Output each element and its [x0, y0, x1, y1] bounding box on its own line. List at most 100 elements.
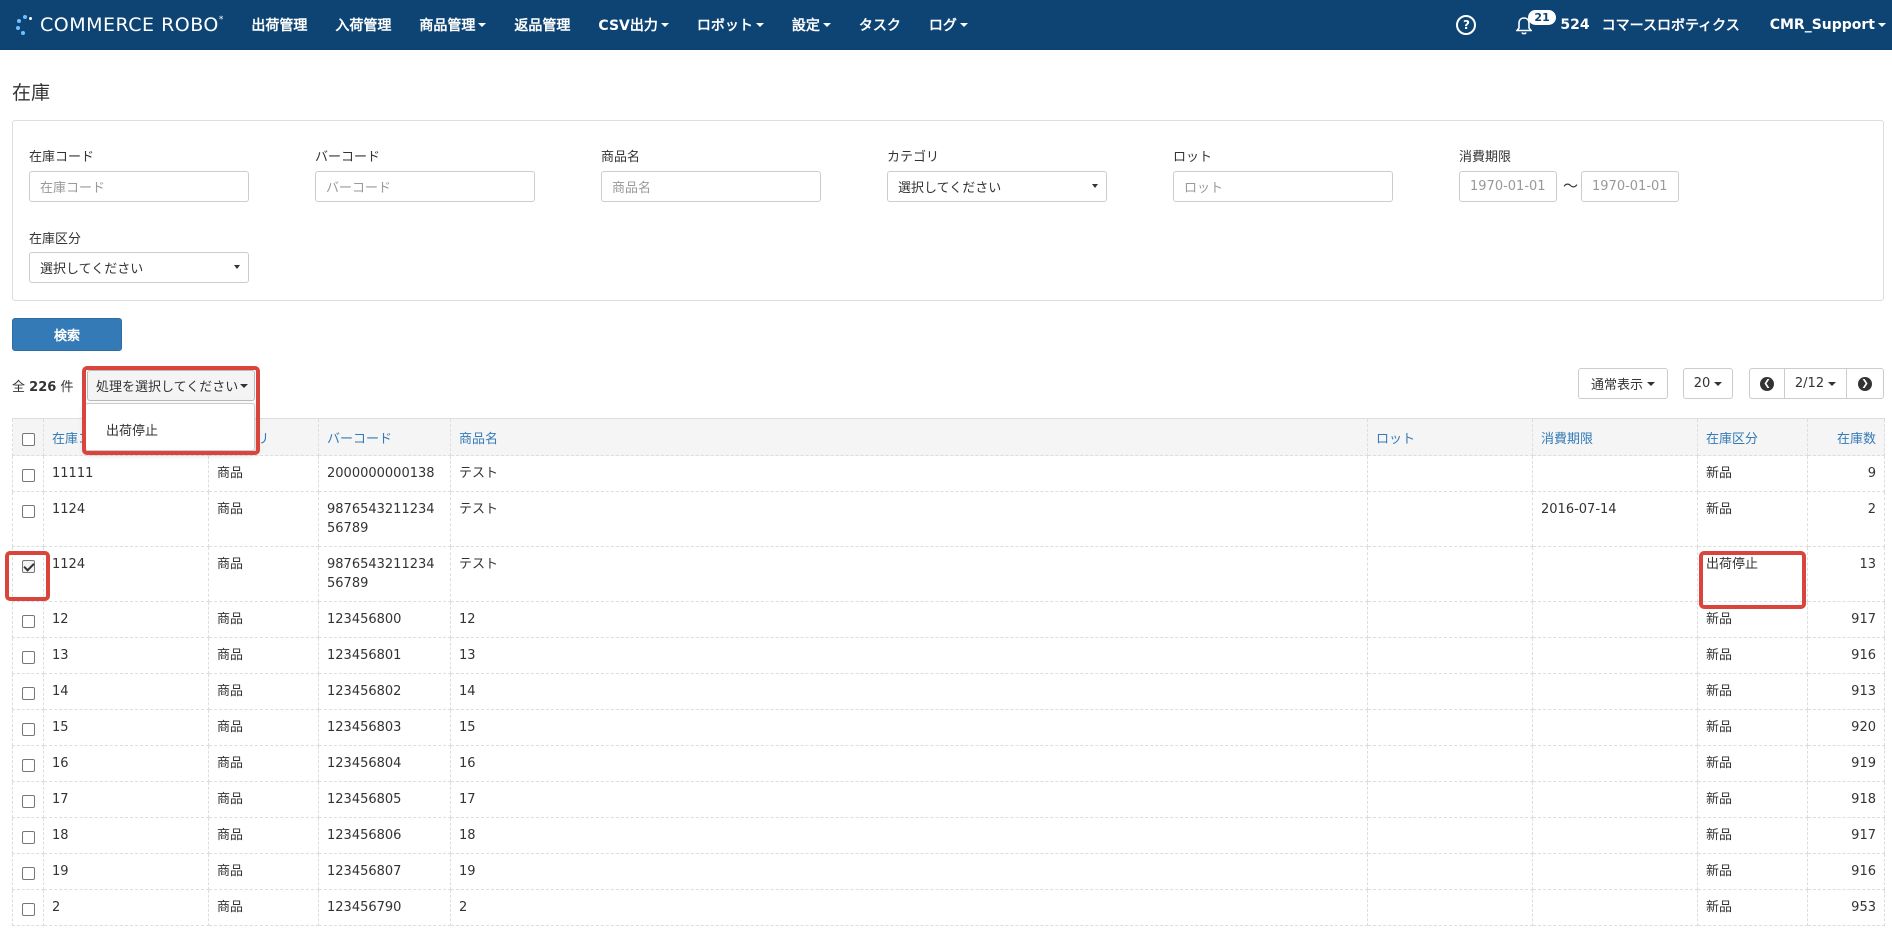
stock-table: 在庫コード カテゴリ バーコード 商品名 ロット 消費期限 在庫区分 在庫数 1… — [12, 418, 1885, 926]
cell-lot — [1367, 745, 1533, 782]
row-checkbox[interactable] — [21, 867, 35, 880]
action-menu-item-stop-shipping[interactable]: 出荷停止 — [106, 420, 158, 439]
cell-stock-type: 新品 — [1697, 817, 1808, 854]
stock-code-input[interactable]: 在庫コード — [29, 171, 249, 202]
cell-quantity: 2 — [1807, 491, 1885, 547]
product-name-label: 商品名 — [601, 150, 641, 165]
row-checkbox[interactable] — [21, 615, 35, 628]
nav-menu: 出荷管理 入荷管理 商品管理 返品管理 CSV出力 ロボット 設定 タスク ログ — [237, 0, 981, 50]
page-size-label: 20 — [1693, 376, 1711, 391]
account-id: 524 — [1560, 17, 1590, 33]
category-select[interactable]: 選択してください — [887, 171, 1107, 202]
select-all-checkbox[interactable] — [21, 432, 35, 446]
row-checkbox[interactable] — [21, 505, 35, 518]
cell-quantity: 9 — [1807, 455, 1885, 492]
table-row[interactable]: 15 商品 123456803 15 新品 920 — [12, 709, 1885, 746]
table-row[interactable]: 2 商品 123456790 2 新品 953 — [12, 889, 1885, 926]
barcode-input[interactable]: バーコード — [315, 171, 535, 202]
cell-stock-type: 出荷停止 — [1697, 546, 1808, 602]
caret-down-icon — [755, 23, 764, 27]
page-indicator-dropdown[interactable]: 2/12 — [1784, 368, 1847, 399]
table-row[interactable]: 14 商品 123456802 14 新品 913 — [12, 673, 1885, 710]
brand-logo[interactable]: COMMERCE ROBO * — [16, 14, 223, 36]
user-menu[interactable]: CMR_Support — [1770, 17, 1886, 33]
row-checkbox[interactable] — [21, 560, 35, 573]
cell-stock-type: 新品 — [1697, 673, 1808, 710]
cell-lot — [1367, 673, 1533, 710]
nav-item-7[interactable]: タスク — [845, 0, 915, 50]
table-row[interactable]: 19 商品 123456807 19 新品 916 — [12, 853, 1885, 890]
header-quantity[interactable]: 在庫数 — [1807, 418, 1885, 456]
row-checkbox[interactable] — [21, 903, 35, 916]
nav-item-label: 出荷管理 — [251, 18, 308, 34]
header-expiry[interactable]: 消費期限 — [1532, 418, 1698, 456]
cell-stock-code: 19 — [43, 853, 209, 890]
page-size-dropdown[interactable]: 20 — [1683, 368, 1733, 399]
stock-type-label: 在庫区分 — [29, 232, 82, 247]
nav-item-8[interactable]: ログ — [915, 0, 982, 50]
nav-item-3[interactable]: 返品管理 — [500, 0, 584, 50]
cell-stock-type: 新品 — [1697, 889, 1808, 926]
view-mode-dropdown[interactable]: 通常表示 — [1578, 368, 1668, 399]
row-checkbox[interactable] — [21, 795, 35, 808]
row-checkbox[interactable] — [21, 469, 35, 482]
nav-item-1[interactable]: 入荷管理 — [321, 0, 405, 50]
table-row[interactable]: 1124 商品 987654321123456789 テスト 2016-07-14 新品 2 — [12, 491, 1885, 547]
prev-page-button[interactable]: ❮ — [1749, 368, 1785, 399]
table-row[interactable]: 11111 商品 2000000000138 テスト 新品 9 — [12, 455, 1885, 492]
action-dropdown-menu: 出荷停止 — [85, 403, 255, 451]
brand-dots-icon — [16, 15, 36, 35]
nav-item-5[interactable]: ロボット — [683, 0, 778, 50]
search-button[interactable]: 検索 — [12, 318, 122, 351]
category-select-value: 選択してください — [898, 181, 1002, 196]
row-checkbox[interactable] — [21, 687, 35, 700]
cell-quantity: 918 — [1807, 781, 1885, 818]
header-stock-type[interactable]: 在庫区分 — [1697, 418, 1808, 456]
table-row[interactable]: 16 商品 123456804 16 新品 919 — [12, 745, 1885, 782]
company-name[interactable]: コマースロボティクス — [1602, 15, 1740, 35]
table-row[interactable]: 18 商品 123456806 18 新品 917 — [12, 817, 1885, 854]
cell-barcode: 987654321123456789 — [318, 491, 451, 547]
cell-product-name: 13 — [450, 637, 1368, 674]
page-title: 在庫 — [12, 82, 51, 104]
header-lot[interactable]: ロット — [1367, 418, 1533, 456]
stock-type-select[interactable]: 選択してください — [29, 252, 249, 283]
nav-item-4[interactable]: CSV出力 — [584, 0, 682, 50]
notification-bell[interactable]: 21 — [1516, 10, 1556, 36]
cell-barcode: 123456802 — [318, 673, 451, 710]
row-checkbox[interactable] — [21, 651, 35, 664]
expiry-from-input[interactable]: 1970-01-01 — [1459, 171, 1557, 202]
row-checkbox[interactable] — [21, 723, 35, 736]
brand-name: COMMERCE ROBO — [40, 14, 219, 36]
nav-item-0[interactable]: 出荷管理 — [237, 0, 321, 50]
table-row[interactable]: 12 商品 123456800 12 新品 917 — [12, 601, 1885, 638]
nav-item-label: 商品管理 — [419, 18, 476, 34]
cell-stock-type: 新品 — [1697, 637, 1808, 674]
notification-count-badge: 21 — [1528, 10, 1556, 25]
nav-item-label: タスク — [858, 18, 901, 34]
caret-down-icon — [660, 23, 669, 27]
cell-stock-type: 新品 — [1697, 709, 1808, 746]
table-row[interactable]: 13 商品 123456801 13 新品 916 — [12, 637, 1885, 674]
lot-input[interactable]: ロット — [1173, 171, 1393, 202]
question-circle-icon[interactable]: ? — [1456, 15, 1477, 35]
chevron-left-circle-icon: ❮ — [1760, 376, 1774, 391]
cell-stock-code: 1124 — [43, 546, 209, 602]
table-row[interactable]: 17 商品 123456805 17 新品 918 — [12, 781, 1885, 818]
cell-product-name: 15 — [450, 709, 1368, 746]
expiry-to-input[interactable]: 1970-01-01 — [1581, 171, 1679, 202]
cell-category: 商品 — [208, 745, 319, 782]
nav-item-6[interactable]: 設定 — [778, 0, 845, 50]
action-select-dropdown[interactable]: 処理を選択してください — [87, 370, 255, 401]
row-select-cell — [12, 491, 44, 547]
row-checkbox[interactable] — [21, 831, 35, 844]
cell-stock-code: 16 — [43, 745, 209, 782]
nav-item-2[interactable]: 商品管理 — [405, 0, 500, 50]
cell-lot — [1367, 781, 1533, 818]
header-product-name[interactable]: 商品名 — [450, 418, 1368, 456]
header-barcode[interactable]: バーコード — [318, 418, 451, 456]
product-name-input[interactable]: 商品名 — [601, 171, 821, 202]
table-row[interactable]: 1124 商品 987654321123456789 テスト 出荷停止 13 — [12, 546, 1885, 602]
row-checkbox[interactable] — [21, 759, 35, 772]
next-page-button[interactable]: ❯ — [1846, 368, 1884, 399]
